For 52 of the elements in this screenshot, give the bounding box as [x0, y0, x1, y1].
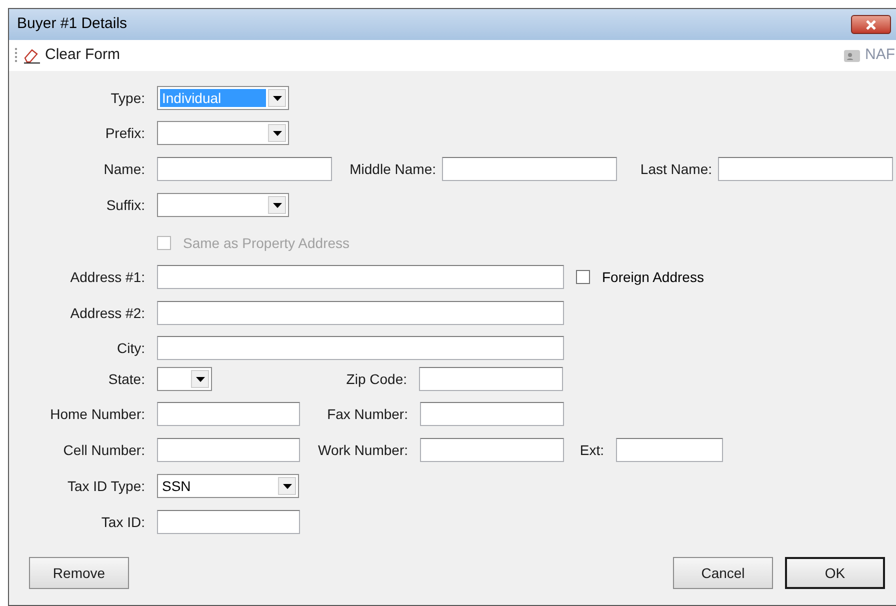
checkbox-label: Foreign Address [602, 268, 704, 287]
text-field[interactable] [718, 157, 893, 181]
field-label: Tax ID: [100, 512, 145, 532]
field-label: Work Number: [317, 440, 408, 460]
checkbox-label: Same as Property Address [183, 234, 350, 253]
field-label: Home Number: [49, 404, 145, 424]
remove-button[interactable]: Remove [29, 557, 129, 589]
text-field[interactable] [616, 438, 723, 462]
dropdown-field[interactable] [157, 367, 212, 391]
text-field[interactable] [419, 367, 563, 391]
text-field[interactable] [157, 510, 300, 534]
text-field[interactable] [157, 301, 564, 325]
text-field[interactable] [157, 438, 300, 462]
field-label: Suffix: [105, 196, 145, 214]
field-label: Prefix: [104, 124, 145, 142]
field-label: Ext: [578, 440, 604, 460]
caret-icon [278, 477, 296, 495]
field-label: Fax Number: [326, 404, 408, 424]
caret-icon [268, 196, 286, 214]
text-field[interactable] [420, 438, 564, 462]
field-label: Last Name: [639, 160, 712, 178]
contact-card-icon [843, 48, 861, 64]
window-title: Buyer #1 Details [17, 14, 128, 34]
field-label: Cell Number: [62, 440, 145, 460]
field-label: Zip Code: [345, 370, 407, 389]
caret-icon [268, 124, 286, 142]
text-field[interactable] [157, 402, 300, 426]
field-label: Type: [110, 88, 145, 108]
dropdown-field[interactable]: SSN [157, 474, 299, 498]
field-label: City: [116, 338, 145, 358]
field-label: Middle Name: [348, 160, 436, 178]
dropdown-field[interactable] [157, 121, 289, 145]
close-button[interactable] [851, 15, 891, 34]
eraser-icon [23, 48, 41, 64]
text-field[interactable] [157, 157, 332, 181]
field-label: Name: [102, 160, 145, 178]
close-icon [865, 20, 877, 30]
text-field[interactable] [157, 336, 564, 360]
text-field[interactable] [442, 157, 617, 181]
field-label: Address #2: [69, 304, 145, 322]
caret-icon [268, 89, 286, 107]
ok-button[interactable]: OK [785, 557, 885, 589]
text-field[interactable] [420, 402, 564, 426]
caret-icon [191, 370, 209, 388]
text-field[interactable] [157, 265, 564, 289]
clear-form-button[interactable]: Clear Form [23, 44, 120, 67]
field-label: State: [107, 370, 145, 388]
cancel-button[interactable]: Cancel [673, 557, 773, 589]
field-label: Address #1: [69, 268, 145, 286]
field-label: Tax ID Type: [66, 476, 145, 496]
dropdown-field[interactable] [157, 193, 289, 217]
checkbox[interactable] [576, 270, 590, 284]
